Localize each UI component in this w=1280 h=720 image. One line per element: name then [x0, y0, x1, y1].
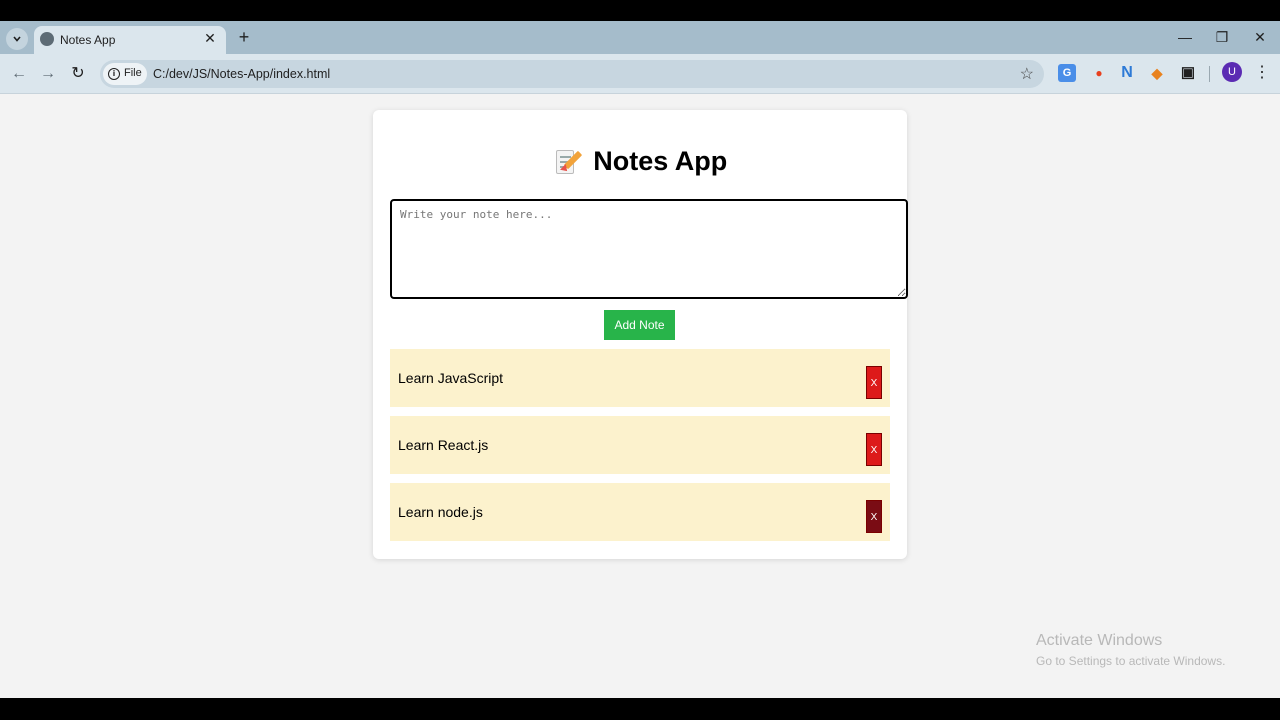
restore-icon[interactable]: ❐ — [1210, 27, 1234, 47]
back-arrow-icon[interactable]: ← — [8, 64, 30, 86]
note-item: Learn React.js X — [390, 416, 890, 474]
watermark-subtitle: Go to Settings to activate Windows. — [1036, 654, 1226, 668]
tab-notes-app[interactable]: Notes App ✕ — [34, 26, 226, 54]
delete-note-button[interactable]: X — [866, 433, 882, 466]
note-text: Learn JavaScript — [398, 370, 504, 386]
delete-note-button[interactable]: X — [866, 500, 882, 533]
record-extension-icon[interactable]: ● — [1090, 64, 1108, 82]
tab-title: Notes App — [60, 33, 116, 47]
note-text: Learn React.js — [398, 437, 489, 453]
note-item: Learn JavaScript X — [390, 349, 890, 407]
page-title: Notes App — [593, 146, 728, 176]
tab-search-button[interactable] — [6, 28, 28, 50]
app-header: Notes App — [373, 146, 907, 186]
new-tab-button[interactable]: + — [234, 28, 254, 48]
site-info-chip[interactable]: i File — [103, 63, 147, 85]
add-note-button[interactable]: Add Note — [604, 310, 675, 340]
file-label: File — [124, 67, 142, 79]
minimize-icon[interactable]: — — [1173, 27, 1197, 47]
puzzle-extensions-icon[interactable]: ▣ — [1179, 64, 1197, 82]
forward-arrow-icon[interactable]: → — [37, 64, 59, 86]
close-window-icon[interactable]: ✕ — [1248, 27, 1272, 47]
globe-icon — [40, 32, 54, 46]
note-input[interactable] — [390, 199, 908, 299]
n-extension-icon[interactable]: N — [1118, 64, 1136, 82]
profile-avatar[interactable]: U — [1222, 62, 1242, 82]
metamask-fox-icon[interactable]: ◆ — [1148, 64, 1166, 82]
url-text[interactable]: C:/dev/JS/Notes-App/index.html — [153, 67, 330, 81]
browser-toolbar: ← → ↻ i File C:/dev/JS/Notes-App/index.h… — [0, 54, 1280, 94]
chevron-down-icon — [13, 36, 21, 42]
translate-extension-icon[interactable]: G — [1058, 64, 1076, 82]
note-item: Learn node.js X — [390, 483, 890, 541]
tab-strip: Notes App ✕ + — ❐ ✕ — [0, 21, 1280, 54]
browser-window: Notes App ✕ + — ❐ ✕ ← → ↻ i File C:/dev/… — [0, 21, 1280, 698]
screen: Notes App ✕ + — ❐ ✕ ← → ↻ i File C:/dev/… — [0, 0, 1280, 720]
notes-card: Notes App Add Note Learn JavaScript X Le… — [373, 110, 908, 559]
activate-windows-watermark: Activate Windows Go to Settings to activ… — [1036, 632, 1225, 668]
menu-kebab-icon[interactable]: ⋮ — [1254, 62, 1270, 84]
memo-icon — [553, 148, 582, 176]
watermark-title: Activate Windows — [1036, 632, 1163, 649]
bookmark-star-icon[interactable]: ☆ — [1020, 64, 1034, 84]
reload-icon[interactable]: ↻ — [67, 64, 89, 86]
delete-note-button[interactable]: X — [866, 366, 882, 399]
tab-close-icon[interactable]: ✕ — [202, 30, 218, 46]
toolbar-divider — [1209, 66, 1210, 82]
address-bar[interactable]: i File C:/dev/JS/Notes-App/index.html ☆ — [100, 60, 1044, 88]
page-viewport: Notes App Add Note Learn JavaScript X Le… — [0, 94, 1280, 698]
info-icon: i — [108, 68, 120, 80]
note-text: Learn node.js — [398, 504, 483, 520]
